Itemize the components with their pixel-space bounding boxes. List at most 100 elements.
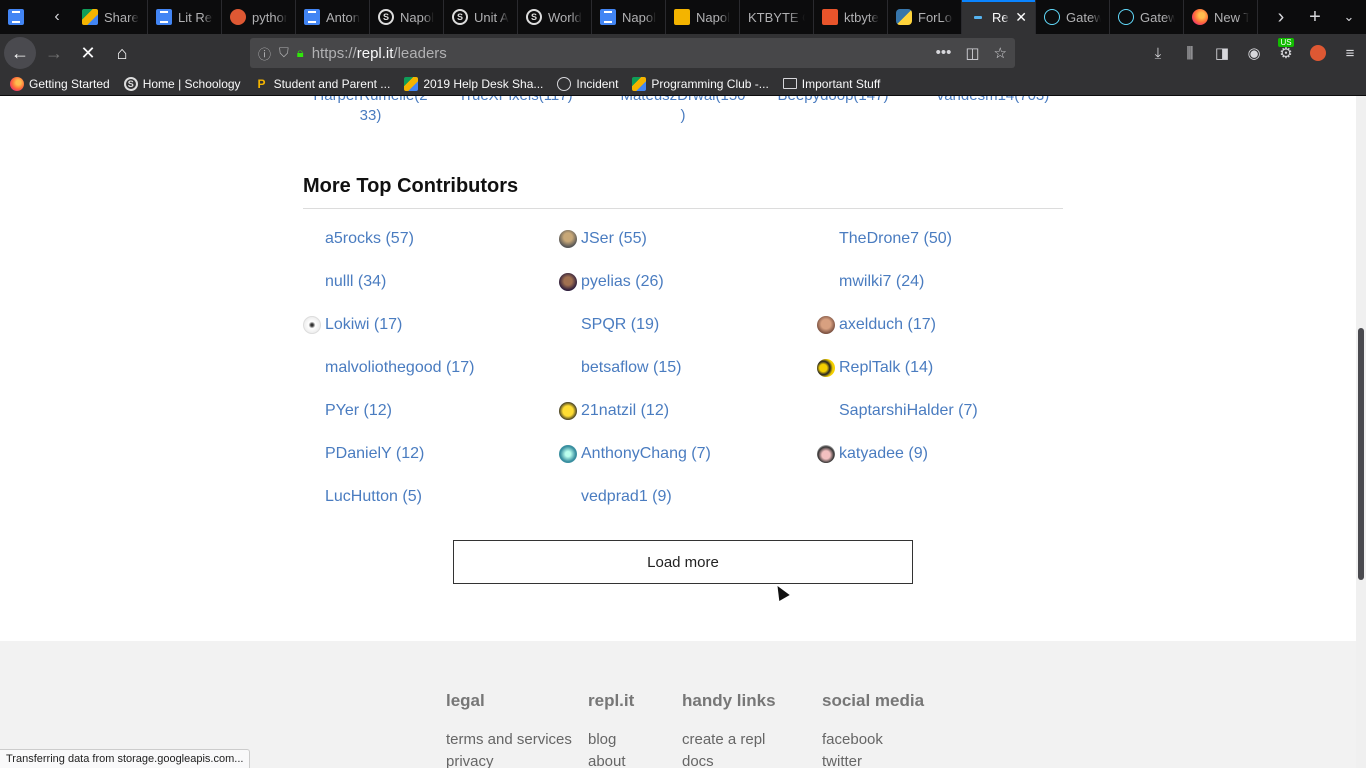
back-button[interactable]: ← bbox=[4, 37, 36, 69]
top-contributor-link[interactable]: HarperRumeile(2 33) bbox=[303, 96, 438, 126]
browser-tab[interactable]: S Napol bbox=[370, 0, 444, 34]
top-contributor-link[interactable]: MateuszDrwal(150 ) bbox=[608, 96, 758, 126]
browser-tab[interactable]: Gatew bbox=[1036, 0, 1110, 34]
pocket-icon[interactable]: ◫ bbox=[965, 44, 979, 62]
browser-tab[interactable] bbox=[0, 0, 40, 34]
footer-link[interactable]: about bbox=[588, 751, 634, 768]
contributor-link[interactable]: malvoliothegood (17) bbox=[303, 356, 474, 380]
contributor-link[interactable]: SPQR (19) bbox=[559, 313, 659, 337]
globe-icon bbox=[557, 76, 572, 91]
contributor-link[interactable]: katyadee (9) bbox=[817, 442, 928, 466]
account-icon[interactable]: ◉ bbox=[1238, 34, 1270, 72]
bookmark-item[interactable]: 2019 Help Desk Sha... bbox=[404, 76, 543, 91]
contributor-link[interactable]: TheDrone7 (50) bbox=[817, 227, 952, 251]
browser-tab[interactable]: S World bbox=[518, 0, 592, 34]
bookmark-item[interactable]: Important Stuff bbox=[782, 77, 880, 91]
browser-tab[interactable]: python bbox=[222, 0, 296, 34]
contributor-link[interactable]: LucHutton (5) bbox=[303, 485, 422, 509]
footer-link[interactable]: blog bbox=[588, 729, 634, 751]
schoology-icon: S bbox=[378, 9, 394, 25]
page-actions-icon[interactable]: ••• bbox=[936, 44, 952, 62]
contributor-link[interactable]: Lokiwi (17) bbox=[303, 313, 402, 337]
bookmark-item[interactable]: Programming Club -... bbox=[632, 76, 769, 91]
contributor-link[interactable]: betsaflow (15) bbox=[559, 356, 682, 380]
browser-tab[interactable]: Lit Rev bbox=[148, 0, 222, 34]
contributor-link[interactable]: AnthonyChang (7) bbox=[559, 442, 711, 466]
contributor-link[interactable]: axelduch (17) bbox=[817, 313, 936, 337]
sidebar-icon[interactable]: ◨ bbox=[1206, 34, 1238, 72]
footer-link[interactable]: create a repl bbox=[682, 729, 776, 751]
contributor-label: Lokiwi (17) bbox=[325, 316, 403, 333]
bookmark-item[interactable]: Getting Started bbox=[10, 76, 110, 91]
new-tab-button[interactable]: + bbox=[1298, 0, 1332, 34]
bookmarks-toolbar: Getting Started S Home | Schoology P Student… bbox=[0, 72, 1366, 96]
browser-tab[interactable]: Napol bbox=[666, 0, 740, 34]
bookmark-star-icon[interactable]: ☆ bbox=[994, 44, 1007, 62]
top-contributor-link[interactable]: vandesm14(703) bbox=[923, 96, 1063, 106]
contributor-link[interactable]: 21natzil (12) bbox=[559, 399, 669, 423]
browser-tab[interactable]: ktbyte bbox=[814, 0, 888, 34]
footer-link[interactable]: terms and services bbox=[446, 729, 572, 751]
browser-tab[interactable]: Gatew bbox=[1110, 0, 1184, 34]
contributor-label: axelduch (17) bbox=[839, 316, 936, 333]
footer-heading: social media bbox=[822, 691, 925, 710]
library-icon[interactable]: ⫼ bbox=[1174, 34, 1206, 72]
browser-tab[interactable]: New T bbox=[1184, 0, 1258, 34]
avatar bbox=[303, 359, 321, 377]
contributor-link[interactable]: PDanielY (12) bbox=[303, 442, 424, 466]
contributor-label: LucHutton (5) bbox=[325, 488, 422, 505]
tab-scroll-left-icon[interactable]: ‹ bbox=[40, 0, 74, 34]
forward-button[interactable]: → bbox=[38, 37, 70, 69]
footer-link[interactable]: docs bbox=[682, 751, 776, 768]
browser-tab[interactable]: Re ✕ bbox=[962, 0, 1036, 34]
schoology-icon: S bbox=[123, 76, 138, 91]
bookmark-item[interactable]: S Home | Schoology bbox=[123, 76, 241, 91]
stop-loading-button[interactable]: ✕ bbox=[72, 37, 104, 69]
contributor-link[interactable]: SaptarshiHalder (7) bbox=[817, 399, 978, 423]
python-icon bbox=[896, 9, 912, 25]
tab-scroll-right-icon[interactable]: › bbox=[1264, 0, 1298, 34]
page-scrollbar[interactable] bbox=[1356, 96, 1366, 768]
address-bar[interactable]: ⓘ ⛉ 🔒︎ https://repl.it/leaders ••• ◫ ☆ bbox=[250, 38, 1015, 68]
contributor-label: katyadee (9) bbox=[839, 445, 928, 462]
footer-link[interactable]: twitter bbox=[822, 751, 924, 768]
footer-link[interactable]: facebook bbox=[822, 729, 924, 751]
url-text[interactable]: https://repl.it/leaders bbox=[312, 45, 447, 62]
load-more-button[interactable]: Load more bbox=[453, 540, 913, 584]
top-contributor-link[interactable]: TrueXPixels(117) bbox=[453, 96, 578, 106]
top-contributor-link[interactable]: Beepydoop(147) bbox=[768, 96, 898, 106]
info-icon[interactable]: ⓘ bbox=[258, 44, 271, 63]
vpn-extension-icon[interactable]: ⚙ US bbox=[1270, 34, 1302, 72]
lock-icon[interactable]: 🔒︎ bbox=[297, 45, 304, 61]
browser-tab[interactable]: ForLoo bbox=[888, 0, 962, 34]
contributor-link[interactable]: pyelias (26) bbox=[559, 270, 664, 294]
contributor-link[interactable]: mwilki7 (24) bbox=[817, 270, 924, 294]
menu-icon[interactable]: ≡ bbox=[1334, 34, 1366, 72]
browser-tab[interactable]: KTBYTE C bbox=[740, 0, 814, 34]
bookmark-item[interactable]: Incident bbox=[557, 76, 618, 91]
browser-tab[interactable]: Anton bbox=[296, 0, 370, 34]
footer-link[interactable]: privacy bbox=[446, 751, 572, 768]
tab-list-chevron-icon[interactable]: ⌄ bbox=[1332, 0, 1366, 34]
bookmark-item[interactable]: P Student and Parent ... bbox=[255, 77, 391, 91]
browser-tab[interactable]: Share bbox=[74, 0, 148, 34]
tab-label: ktbyte bbox=[844, 9, 879, 25]
tracking-shield-icon[interactable]: ⛉ bbox=[279, 45, 289, 61]
contributor-link[interactable]: a5rocks (57) bbox=[303, 227, 414, 251]
ktbyte-icon bbox=[822, 9, 838, 25]
scrollbar-thumb[interactable] bbox=[1358, 328, 1364, 580]
duckduckgo-extension-icon[interactable] bbox=[1302, 34, 1334, 72]
home-button[interactable]: ⌂ bbox=[106, 37, 138, 69]
contributor-link[interactable]: JSer (55) bbox=[559, 227, 647, 251]
footer-column: social media facebook twitter bbox=[822, 691, 924, 768]
close-tab-icon[interactable]: ✕ bbox=[1015, 9, 1027, 26]
contributor-link[interactable]: vedprad1 (9) bbox=[559, 485, 672, 509]
browser-tab[interactable]: Napol bbox=[592, 0, 666, 34]
contributor-link[interactable]: nulll (34) bbox=[303, 270, 386, 294]
contributor-label: a5rocks (57) bbox=[325, 230, 414, 247]
downloads-icon[interactable]: ⤓ bbox=[1142, 34, 1174, 72]
bookmark-label: Home | Schoology bbox=[142, 76, 241, 91]
contributor-link[interactable]: ReplTalk (14) bbox=[817, 356, 933, 380]
contributor-link[interactable]: PYer (12) bbox=[303, 399, 392, 423]
browser-tab[interactable]: S Unit A bbox=[444, 0, 518, 34]
